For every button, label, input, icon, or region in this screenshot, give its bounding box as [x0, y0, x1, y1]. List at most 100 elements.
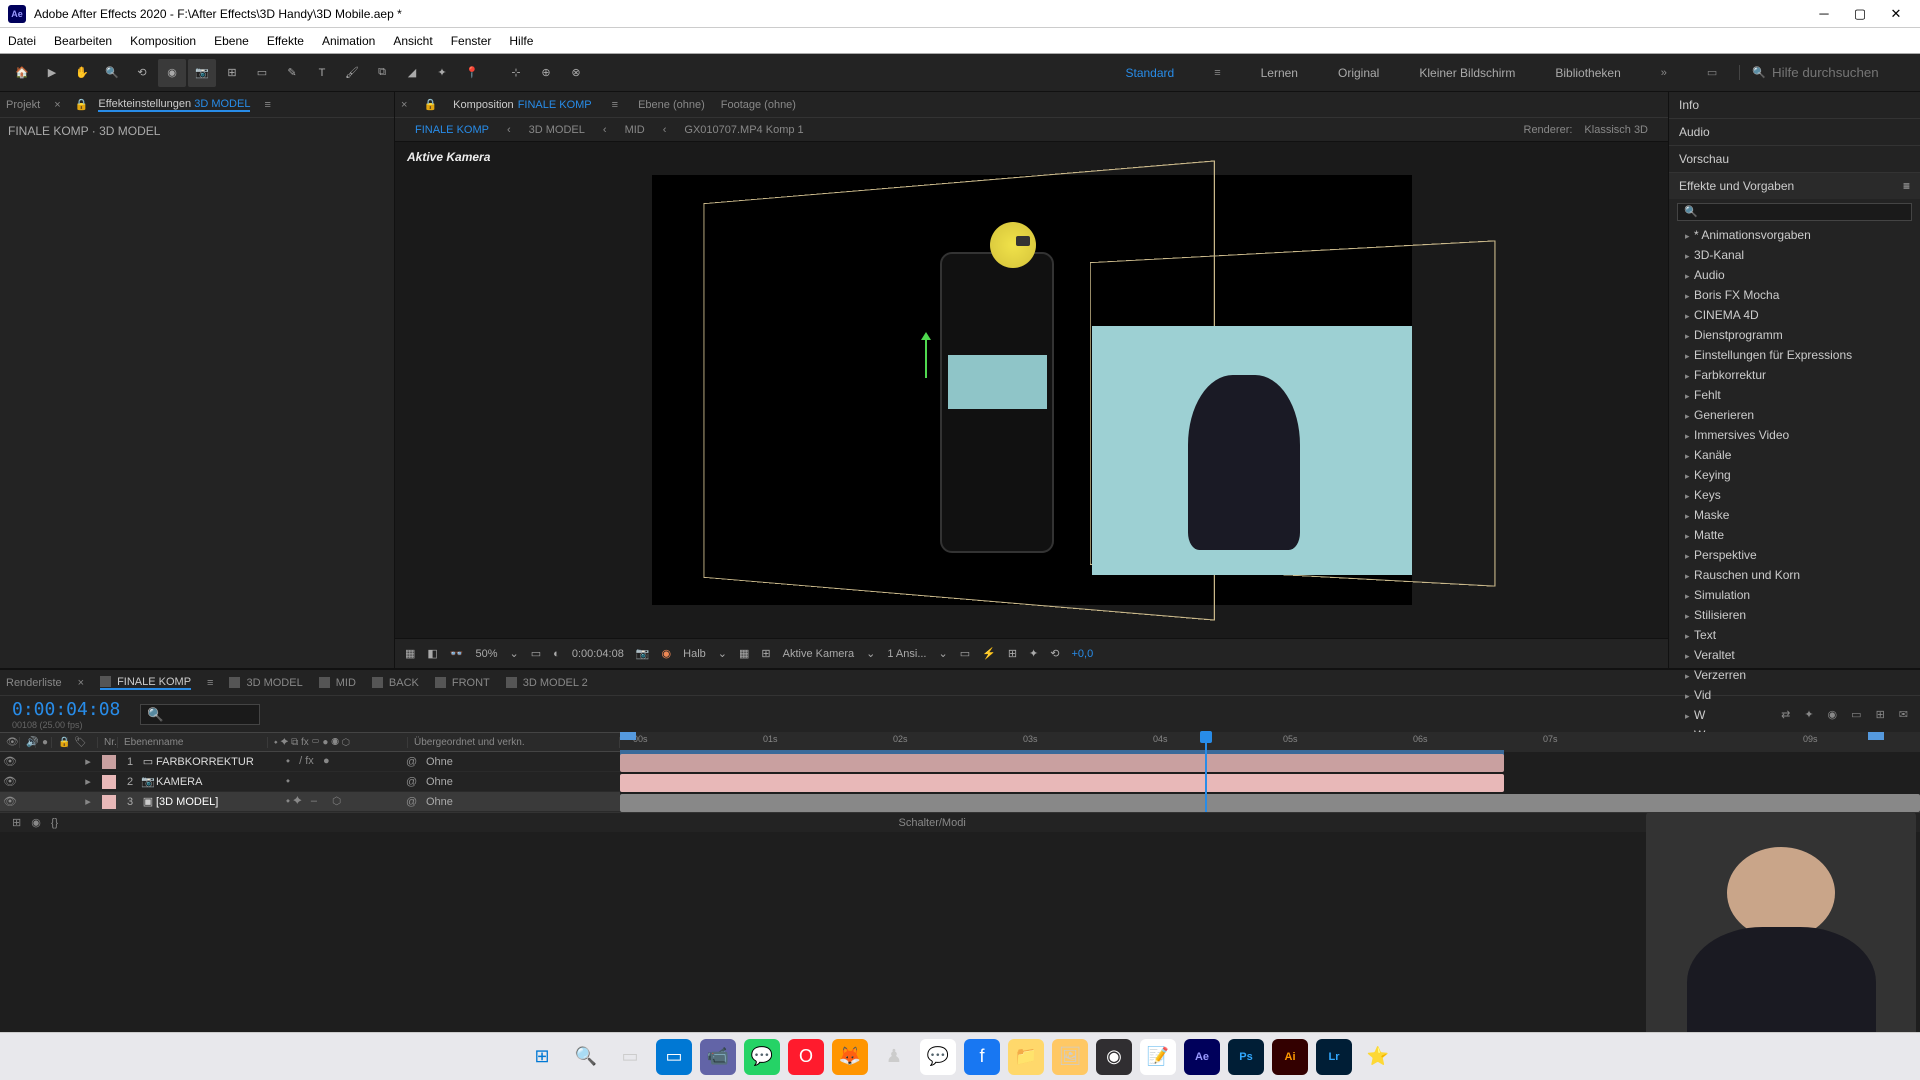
- visibility-toggle[interactable]: 👁: [0, 775, 20, 788]
- camera-tool[interactable]: 📷: [188, 59, 216, 87]
- layer-name[interactable]: KAMERA: [156, 776, 286, 788]
- workspace-overflow-icon[interactable]: »: [1661, 67, 1667, 79]
- flow-mid[interactable]: MID: [625, 124, 645, 136]
- camera-indicator-icon[interactable]: [990, 222, 1036, 268]
- work-area-end[interactable]: [1868, 732, 1884, 740]
- y-axis-gizmo[interactable]: [925, 338, 927, 378]
- ebene-tab[interactable]: Ebene (ohne): [638, 99, 705, 111]
- toggle-switches-icon[interactable]: ⊞: [12, 816, 21, 829]
- brainstorm-icon[interactable]: ✉: [1899, 708, 1908, 721]
- taskbar-after-effects[interactable]: Ae: [1184, 1039, 1220, 1075]
- effect-category[interactable]: Immersives Video: [1669, 425, 1920, 445]
- grid-icon[interactable]: ▦: [405, 647, 415, 660]
- effect-category[interactable]: Maske: [1669, 505, 1920, 525]
- parent-dropdown[interactable]: Ohne: [426, 756, 546, 768]
- taskbar-notepad[interactable]: 📝: [1140, 1039, 1176, 1075]
- render-queue-tab[interactable]: Renderliste: [6, 677, 62, 689]
- effect-category[interactable]: Audio: [1669, 265, 1920, 285]
- puppet-tool[interactable]: 📍: [458, 59, 486, 87]
- task-view-button[interactable]: ▭: [612, 1039, 648, 1075]
- flow-3d-model[interactable]: 3D MODEL: [529, 124, 585, 136]
- taskbar-app[interactable]: O: [788, 1039, 824, 1075]
- layer-switches[interactable]: ⬩ / fx ●: [286, 755, 406, 768]
- layer-switches[interactable]: ⬩: [286, 775, 406, 788]
- label-color[interactable]: [102, 795, 116, 809]
- solo-header-icon[interactable]: ●: [36, 737, 52, 748]
- project-tab[interactable]: Projekt: [6, 99, 40, 111]
- taskbar-obs[interactable]: ◉: [1096, 1039, 1132, 1075]
- menu-datei[interactable]: Datei: [8, 34, 36, 48]
- taskbar-explorer[interactable]: 📁: [1008, 1039, 1044, 1075]
- parent-header[interactable]: Übergeordnet und verkn.: [408, 737, 620, 748]
- effect-category[interactable]: Vid: [1669, 685, 1920, 705]
- canvas-area[interactable]: [652, 175, 1412, 605]
- time-ruler[interactable]: 00s 01s 02s 03s 04s 05s 06s 07s 09s: [620, 732, 1920, 752]
- taskbar-facebook[interactable]: f: [964, 1039, 1000, 1075]
- viewer-timecode[interactable]: 0:00:04:08: [572, 648, 624, 660]
- 3d-icon[interactable]: 👓: [450, 647, 464, 660]
- taskbar-app[interactable]: ⭐: [1360, 1039, 1396, 1075]
- effect-tab-menu-icon[interactable]: ≡: [260, 99, 274, 111]
- renderer-value[interactable]: Klassisch 3D: [1584, 124, 1648, 136]
- pen-tool[interactable]: ✎: [278, 59, 306, 87]
- transparency-icon[interactable]: ▦: [739, 647, 749, 660]
- taskbar-app[interactable]: ▭: [656, 1039, 692, 1075]
- lock-header-icon[interactable]: 🔒: [52, 737, 68, 748]
- views-dropdown-icon[interactable]: ⌄: [939, 647, 948, 660]
- effect-category[interactable]: Stilisieren: [1669, 605, 1920, 625]
- effect-category[interactable]: Text: [1669, 625, 1920, 645]
- brush-tool[interactable]: 🖌: [338, 59, 366, 87]
- effect-category[interactable]: * Animationsvorgaben: [1669, 225, 1920, 245]
- parent-dropdown[interactable]: Ohne: [426, 776, 546, 788]
- timeline-tab-front[interactable]: FRONT: [435, 677, 490, 689]
- flow-finale-komp[interactable]: FINALE KOMP: [415, 124, 489, 136]
- layer-switches[interactable]: ⬩ ✦ – ⬡: [286, 795, 406, 808]
- toggle-modes-icon[interactable]: ◉: [31, 816, 41, 829]
- mask-icon[interactable]: ◧: [427, 647, 437, 660]
- effects-panel-header[interactable]: Effekte und Vorgaben ≡: [1669, 173, 1920, 199]
- menu-fenster[interactable]: Fenster: [451, 34, 492, 48]
- effect-controls-tab[interactable]: Effekteinstellungen 3D MODEL: [98, 98, 250, 112]
- parent-pickwhip-icon[interactable]: @: [406, 756, 426, 768]
- effect-category[interactable]: Dienstprogramm: [1669, 325, 1920, 345]
- selection-tool[interactable]: ▶: [38, 59, 66, 87]
- layer-name[interactable]: FARBKORREKTUR: [156, 756, 286, 768]
- layer-name-header[interactable]: Ebenenname: [118, 737, 268, 748]
- audio-header-icon[interactable]: 🔊: [20, 737, 36, 748]
- menu-bearbeiten[interactable]: Bearbeiten: [54, 34, 112, 48]
- timeline-tab-mid[interactable]: MID: [319, 677, 356, 689]
- workspace-bibliotheken[interactable]: Bibliotheken: [1555, 66, 1620, 80]
- current-timecode[interactable]: 0:00:04:08: [12, 699, 120, 720]
- maximize-button[interactable]: ▢: [1852, 6, 1868, 22]
- taskbar-app[interactable]: ♟: [876, 1039, 912, 1075]
- timeline-icon[interactable]: ⊞: [1008, 647, 1017, 660]
- project-tab-close[interactable]: ×: [50, 99, 64, 111]
- flowchart-icon[interactable]: ✦: [1029, 647, 1038, 660]
- effect-category[interactable]: Kanäle: [1669, 445, 1920, 465]
- effect-category[interactable]: Fehlt: [1669, 385, 1920, 405]
- timeline-tracks[interactable]: 00s 01s 02s 03s 04s 05s 06s 07s 09s: [620, 732, 1920, 812]
- world-axis-icon[interactable]: ⊕: [532, 59, 560, 87]
- effect-category[interactable]: Boris FX Mocha: [1669, 285, 1920, 305]
- layer-bar-3[interactable]: [620, 794, 1920, 812]
- render-tab-close[interactable]: ×: [78, 677, 84, 689]
- effect-category[interactable]: CINEMA 4D: [1669, 305, 1920, 325]
- local-axis-icon[interactable]: ⊹: [502, 59, 530, 87]
- playhead[interactable]: [1205, 732, 1207, 812]
- eye-header-icon[interactable]: 👁: [0, 737, 20, 748]
- res-icon[interactable]: ▭: [531, 647, 541, 660]
- timeline-tab-menu-icon[interactable]: ≡: [207, 677, 213, 689]
- layer-bar-2[interactable]: [620, 774, 1504, 792]
- layer-row-3[interactable]: 👁 ▸ 3 ▣ [3D MODEL] ⬩ ✦ – ⬡ @ Ohne: [0, 792, 620, 812]
- taskbar-illustrator[interactable]: Ai: [1272, 1039, 1308, 1075]
- resolution-dropdown[interactable]: Halb: [683, 648, 706, 660]
- motion-blur-icon[interactable]: ◉: [1828, 708, 1838, 721]
- taskbar-lightroom[interactable]: Lr: [1316, 1039, 1352, 1075]
- effect-category[interactable]: Keying: [1669, 465, 1920, 485]
- preview-panel-header[interactable]: Vorschau: [1669, 146, 1920, 172]
- effect-category[interactable]: Simulation: [1669, 585, 1920, 605]
- workspace-original[interactable]: Original: [1338, 66, 1379, 80]
- home-tool[interactable]: 🏠: [8, 59, 36, 87]
- reset-exposure-icon[interactable]: ⟲: [1050, 647, 1059, 660]
- comp-lock-icon[interactable]: 🔒: [423, 98, 437, 111]
